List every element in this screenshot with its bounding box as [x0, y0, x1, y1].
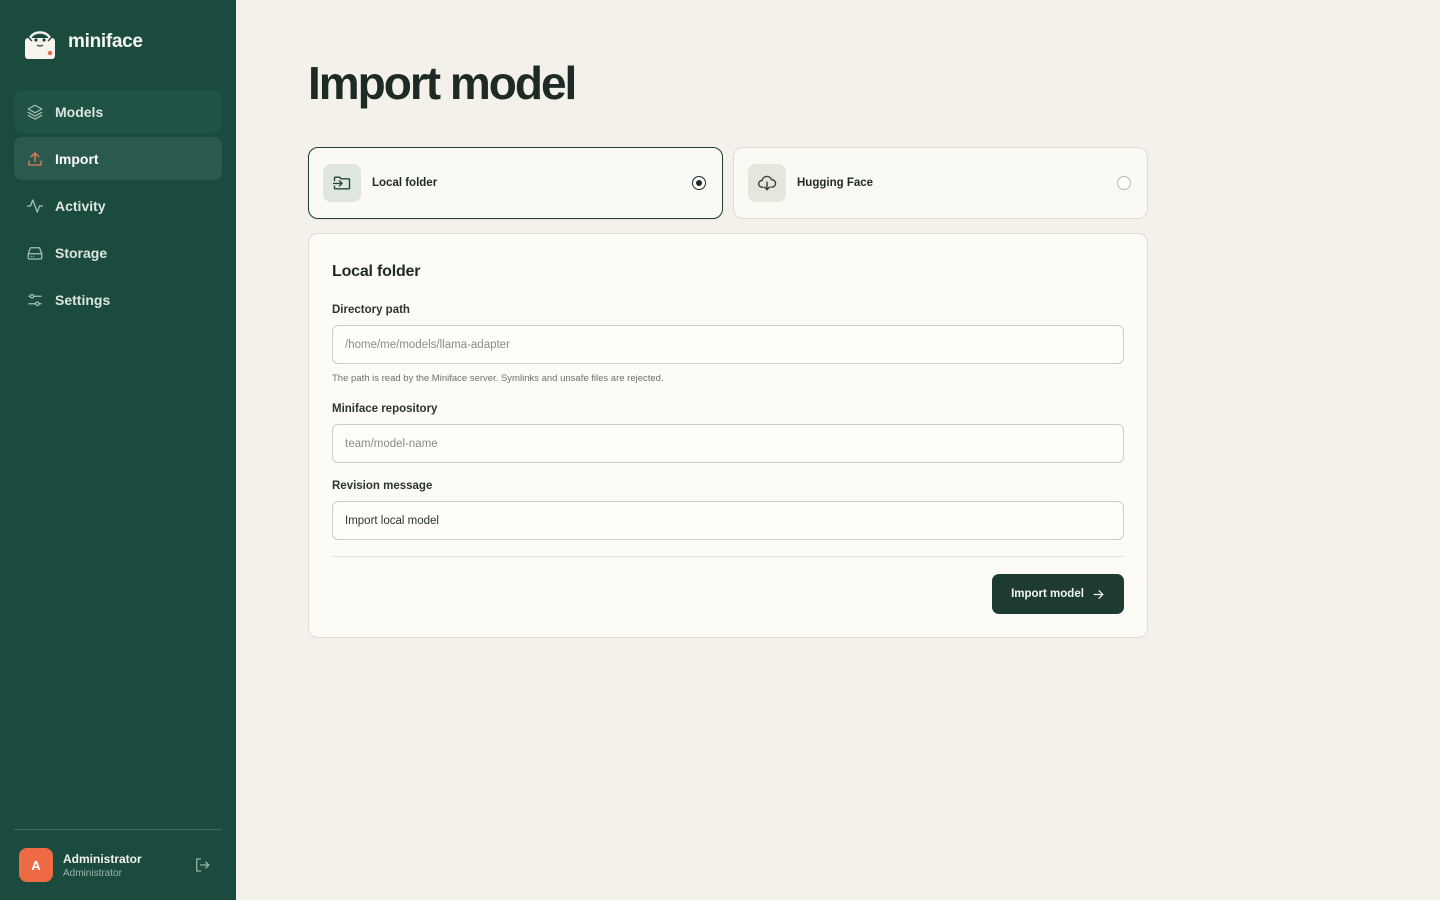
directory-path-label: Directory path [332, 304, 410, 316]
cloud-download-icon [758, 175, 777, 191]
source-option-label: Local folder [372, 177, 438, 189]
directory-path-input[interactable] [332, 325, 1124, 364]
folder-import-icon [332, 176, 351, 190]
import-form-card: Local folder Directory path The path is … [308, 233, 1148, 638]
upload-icon [28, 151, 42, 166]
sliders-icon [28, 293, 42, 306]
activity-icon [26, 198, 44, 213]
import-model-button[interactable]: Import model [992, 574, 1124, 614]
sidebar-item-label: Import [55, 150, 99, 167]
brand[interactable]: miniface [24, 24, 143, 60]
source-icon-container [748, 164, 786, 202]
radio-selected[interactable] [692, 176, 706, 190]
layers-icon [27, 104, 43, 120]
sidebar-item-import[interactable]: Import [14, 137, 222, 180]
source-option-hugging-face[interactable]: Hugging Face [733, 147, 1148, 219]
user-name: Administrator [63, 851, 142, 866]
source-option-local-folder[interactable]: Local folder [308, 147, 723, 219]
source-icon-container [323, 164, 361, 202]
user-profile[interactable]: A Administrator Administrator [19, 847, 219, 883]
user-info: Administrator Administrator [63, 852, 142, 879]
radio-unselected[interactable] [1117, 176, 1131, 190]
sidebar-item-label: Activity [55, 197, 106, 214]
arrow-right-icon [1093, 589, 1104, 599]
hard-drive-icon [27, 246, 43, 260]
app-name: miniface [68, 31, 143, 52]
miniface-logo-icon [25, 31, 55, 59]
sidebar-item-label: Models [55, 103, 104, 120]
directory-path-hint: The path is read by the Miniface server.… [332, 373, 664, 384]
form-title: Local folder [332, 263, 421, 280]
sidebar-nav: Models Import Activity Storage Settings [14, 90, 222, 325]
import-model-button-label: Import model [1011, 588, 1084, 600]
sidebar-item-settings[interactable]: Settings [14, 278, 222, 321]
revision-message-label: Revision message [332, 480, 433, 492]
repository-label: Miniface repository [332, 403, 438, 415]
revision-message-input[interactable] [332, 501, 1124, 540]
source-option-label: Hugging Face [797, 177, 874, 189]
sidebar-item-label: Storage [55, 244, 108, 261]
repository-input[interactable] [332, 424, 1124, 463]
sidebar: miniface Models Import Activity Storage [0, 0, 236, 900]
avatar: A [19, 848, 53, 882]
sidebar-item-models[interactable]: Models [14, 90, 222, 133]
sidebar-item-label: Settings [55, 291, 111, 308]
page-title: Import model [308, 57, 577, 109]
user-role: Administrator [63, 867, 122, 879]
sidebar-item-activity[interactable]: Activity [14, 184, 222, 227]
sidebar-item-storage[interactable]: Storage [14, 231, 222, 274]
log-out-icon[interactable] [193, 856, 211, 874]
sidebar-divider [14, 829, 222, 830]
form-divider [332, 556, 1124, 557]
